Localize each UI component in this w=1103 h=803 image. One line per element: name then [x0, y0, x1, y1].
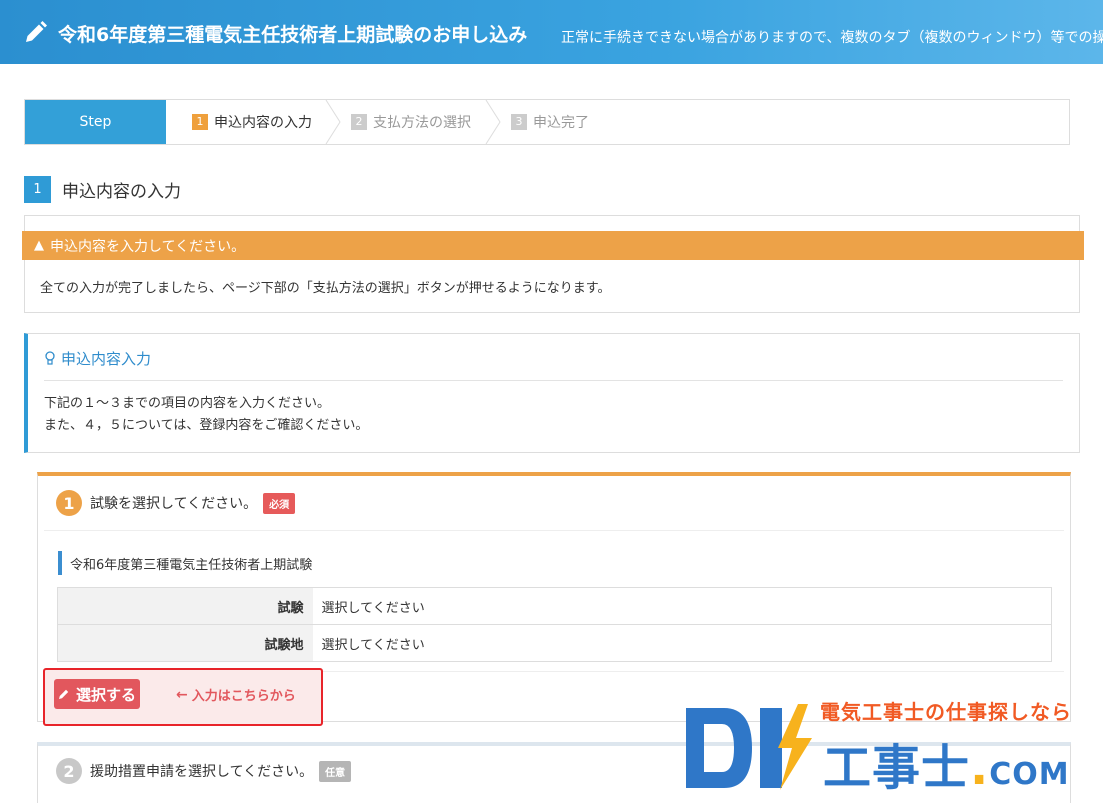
step-1: 1 申込内容の入力 — [192, 100, 312, 144]
question-2-text: 援助措置申請を選択してください。 — [90, 764, 314, 780]
question-2-number: 2 — [56, 758, 82, 784]
step-3-number: 3 — [511, 114, 527, 130]
info-divider — [44, 380, 1063, 381]
header-notice: 正常に手続きできない場合がありますので、複数のタブ（複数のウィンドウ）等での操 — [561, 30, 1103, 46]
required-badge: 必須 — [263, 492, 296, 514]
warning-text: 全ての入力が完了しましたら、ページ下部の「支払方法の選択」ボタンが押せるようにな… — [40, 281, 611, 296]
row-label-location: 試験地 — [57, 624, 313, 662]
question-1-header: 1 試験を選択してください。 必須 — [56, 490, 296, 516]
info-box: 申込内容入力 下記の１～３までの項目の内容を入力ください。 また、４，５について… — [24, 333, 1080, 453]
lightbulb-icon — [45, 351, 55, 365]
row-value-exam: 選択してください — [312, 587, 1052, 625]
divider — [44, 530, 1064, 531]
chevron-right-icon — [485, 100, 501, 144]
arrow-left-icon: ← — [176, 686, 188, 703]
pencil-icon — [26, 21, 47, 42]
select-button[interactable]: 選択する — [54, 679, 140, 709]
optional-badge: 任意 — [319, 760, 352, 782]
input-hint-text: 入力はこちらから — [191, 689, 296, 704]
watermark-brand: 工事士.COM — [823, 728, 1070, 798]
question-2-header: 2 援助措置申請を選択してください。 任意 — [56, 758, 352, 784]
brand-com: COM — [989, 757, 1070, 792]
step-3: 3 申込完了 — [511, 100, 589, 144]
info-line-1: 下記の１～３までの項目の内容を入力ください。 — [44, 396, 331, 411]
select-button-label: 選択する — [75, 685, 136, 704]
step-progress-bar: Step 1 申込内容の入力 2 支払方法の選択 3 申込完了 — [24, 99, 1070, 145]
chevron-right-icon — [325, 100, 341, 144]
section-title: 申込内容の入力 — [62, 182, 181, 202]
table-row: 試験 選択してください — [57, 587, 1052, 625]
watermark-tagline: 電気工事士の仕事探しなら — [820, 700, 1072, 724]
step-2: 2 支払方法の選択 — [351, 100, 471, 144]
question-1-number: 1 — [56, 490, 82, 516]
info-title: 申込内容入力 — [61, 350, 152, 368]
warning-title: 申込内容を入力してください。 — [50, 238, 246, 255]
step-label: Step — [25, 100, 166, 144]
question-1-text: 試験を選択してください。 — [90, 496, 258, 512]
watermark-logo: 電気工事士の仕事探しなら 工事士.COM — [680, 694, 1090, 796]
info-title-row: 申込内容入力 — [44, 348, 151, 369]
page-header: 令和6年度第三種電気主任技術者上期試験のお申し込み 正常に手続きできない場合があ… — [0, 0, 1103, 64]
step-2-number: 2 — [351, 114, 367, 130]
input-hint: ← 入力はこちらから — [176, 685, 296, 705]
warning-title-bar: ▲ 申込内容を入力してください。 — [22, 231, 1084, 260]
step-2-label: 支払方法の選択 — [373, 115, 471, 131]
exam-title: 令和6年度第三種電気主任技術者上期試験 — [58, 551, 312, 575]
row-value-location: 選択してください — [312, 624, 1052, 662]
page-title: 令和6年度第三種電気主任技術者上期試験のお申し込み — [58, 24, 528, 46]
row-label-exam: 試験 — [57, 587, 313, 625]
step-1-label: 申込内容の入力 — [214, 115, 312, 131]
warning-box — [24, 215, 1080, 313]
table-row: 試験地 選択してください — [57, 624, 1052, 662]
brand-name: 工事士 — [823, 740, 971, 796]
pencil-icon — [58, 689, 69, 699]
exam-selection-table: 試験 選択してください 試験地 選択してください — [57, 587, 1052, 662]
section-heading: 1 申込内容の入力 — [24, 176, 181, 203]
info-line-2: また、４，５については、登録内容をご確認ください。 — [44, 418, 369, 433]
section-number-badge: 1 — [24, 176, 51, 203]
select-button-highlight: 選択する ← 入力はこちらから — [43, 668, 323, 726]
brand-dot: . — [970, 740, 990, 796]
step-1-number: 1 — [192, 114, 208, 130]
step-3-label: 申込完了 — [533, 115, 589, 131]
warning-icon: ▲ — [34, 238, 44, 253]
